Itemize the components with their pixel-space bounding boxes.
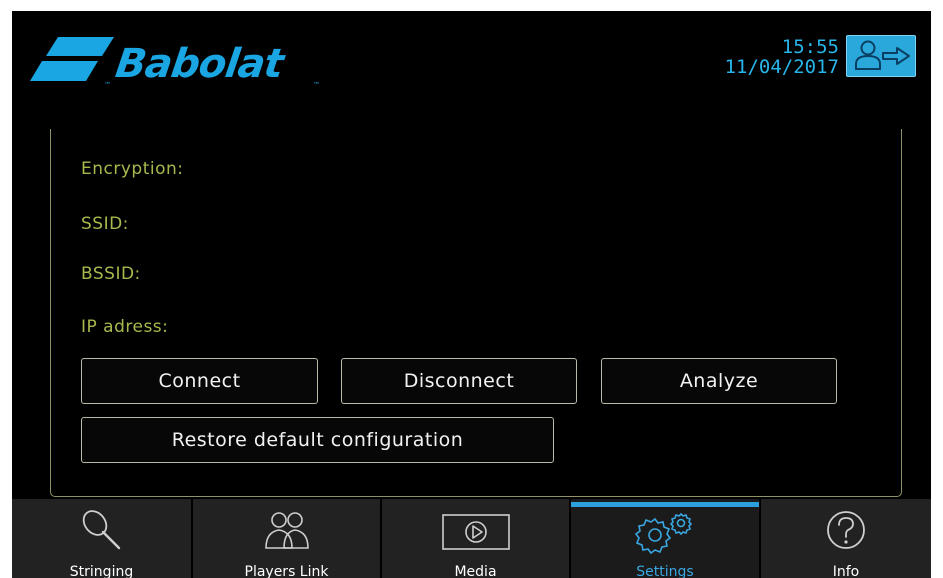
trademark-mark: ™ (313, 81, 320, 89)
babolat-logo-icon (30, 37, 114, 81)
restore-default-button[interactable]: Restore default configuration (81, 417, 554, 463)
tab-label: Info (832, 564, 860, 578)
trademark-mark: ™ (104, 81, 111, 89)
tab-label: Settings (636, 564, 694, 578)
clock-time: 15:55 (781, 36, 839, 58)
bssid-label: BSSID: (81, 264, 141, 284)
racket-icon (82, 510, 120, 550)
brand-wordmark: Babolat (112, 41, 286, 87)
tab-settings[interactable]: Settings (571, 499, 759, 578)
bottom-nav: Stringing Players Link Media Settings In… (12, 499, 931, 578)
encryption-label: Encryption: (81, 159, 184, 179)
gears-icon (634, 512, 693, 555)
active-tab-indicator (571, 502, 759, 507)
tab-media[interactable]: Media (382, 499, 569, 578)
tab-label: Players Link (244, 564, 329, 578)
clock: 15:55 11/04/2017 (725, 37, 839, 77)
tab-info[interactable]: Info (761, 499, 931, 578)
ssid-label: SSID: (81, 214, 129, 234)
tab-label: Stringing (69, 564, 134, 578)
user-exit-icon (855, 40, 910, 70)
connect-button[interactable]: Connect (81, 358, 318, 404)
logout-button[interactable] (846, 35, 916, 77)
play-icon (441, 514, 510, 550)
tab-players-link[interactable]: Players Link (193, 499, 380, 578)
tab-label: Media (454, 564, 497, 578)
ip-address-label: IP adress: (81, 317, 169, 337)
device-screen: Babolat ™ ™ 15:55 11/04/2017 Encryption:… (12, 11, 931, 578)
brand-logo: Babolat ™ ™ (28, 37, 338, 89)
analyze-button[interactable]: Analyze (601, 358, 837, 404)
users-icon (264, 512, 309, 549)
help-icon (827, 511, 865, 549)
clock-date: 11/04/2017 (724, 56, 839, 78)
tab-stringing[interactable]: Stringing (12, 499, 191, 578)
disconnect-button[interactable]: Disconnect (341, 358, 577, 404)
